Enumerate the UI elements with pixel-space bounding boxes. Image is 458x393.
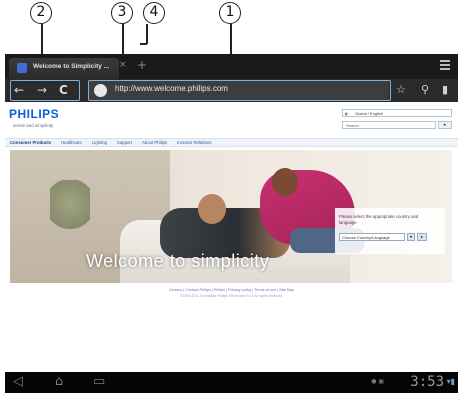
nav-item-consumer-products[interactable]: Consumer Products bbox=[10, 139, 51, 147]
site-nav: Consumer Products Healthcare Lighting Su… bbox=[5, 138, 458, 147]
callout-4: 4 bbox=[143, 2, 165, 24]
tab-close-icon[interactable]: × bbox=[119, 60, 127, 70]
system-home-icon[interactable]: ⌂ bbox=[55, 374, 63, 390]
nav-item-about-philips[interactable]: About Philips bbox=[142, 139, 167, 147]
overflow-menu-icon[interactable] bbox=[440, 60, 450, 70]
country-dropdown-arrow-icon[interactable]: ▾ bbox=[407, 233, 415, 241]
back-arrow-icon[interactable]: ← bbox=[14, 82, 24, 98]
footer-copyright: ©2004-2011 Koninklijke Philips Electroni… bbox=[179, 294, 284, 298]
notification-icon[interactable]: ● ▣ bbox=[371, 375, 384, 389]
callout-2: 2 bbox=[30, 2, 52, 24]
bookmark-star-icon[interactable]: ☆ bbox=[396, 82, 406, 98]
callout-4-leader-h bbox=[140, 43, 147, 45]
hero-plant bbox=[50, 180, 90, 240]
tablet-screen: Welcome to Simplicity ... × + ← → C http… bbox=[5, 54, 458, 393]
browser-toolbar: ← → C http://www.welcome.philips.com ☆ ⚲… bbox=[5, 79, 458, 102]
country-go-button[interactable]: ▸ bbox=[417, 233, 427, 241]
callout-1: 1 bbox=[219, 2, 241, 24]
system-bar: ◁ ⌂ ▭ ● ▣ 3:53 ▾▮ bbox=[5, 372, 458, 393]
nav-item-investor-relations[interactable]: Investor Relations bbox=[177, 139, 211, 147]
site-search-button[interactable]: ▸ bbox=[438, 121, 452, 129]
search-icon[interactable]: ⚲ bbox=[421, 82, 429, 98]
site-favicon-icon bbox=[94, 84, 107, 97]
system-clock[interactable]: 3:53 bbox=[410, 374, 444, 390]
hero-woman-head bbox=[272, 168, 298, 196]
hero-banner: Welcome to simplicity Please select the … bbox=[10, 150, 452, 283]
browser-tab-strip: Welcome to Simplicity ... × + bbox=[5, 54, 458, 79]
url-text[interactable]: http://www.welcome.philips.com bbox=[115, 84, 228, 93]
brand-tagline: sense and simplicity bbox=[13, 123, 54, 128]
language-select[interactable]: ◐ Global / English bbox=[342, 109, 452, 117]
philips-logo[interactable]: PHILIPS bbox=[9, 107, 59, 121]
nav-item-support[interactable]: Support bbox=[117, 139, 132, 147]
system-back-icon[interactable]: ◁ bbox=[13, 374, 23, 390]
bookmarks-icon[interactable]: ▮ bbox=[442, 82, 448, 98]
browser-tab-active[interactable]: Welcome to Simplicity ... bbox=[9, 58, 119, 79]
tab-title: Welcome to Simplicity ... bbox=[33, 63, 110, 70]
language-select-value: Global / English bbox=[355, 111, 384, 116]
new-tab-icon[interactable]: + bbox=[137, 58, 147, 72]
callout-4-leader bbox=[146, 24, 148, 44]
footer-links[interactable]: Careers | Contact Philips | Philips | Pr… bbox=[5, 288, 458, 292]
system-recent-apps-icon[interactable]: ▭ bbox=[93, 374, 105, 390]
nav-item-lighting[interactable]: Lighting bbox=[92, 139, 107, 147]
site-search-placeholder: Search bbox=[346, 123, 359, 128]
site-search-input[interactable]: Search bbox=[342, 121, 436, 129]
country-selector-panel: Please select the appropriate country an… bbox=[335, 208, 445, 254]
nav-item-healthcare[interactable]: Healthcare bbox=[61, 139, 82, 147]
country-select-value: Choose Country/Language bbox=[342, 235, 390, 240]
country-select[interactable]: Choose Country/Language bbox=[339, 233, 405, 241]
web-page: PHILIPS sense and simplicity ◐ Global / … bbox=[5, 102, 458, 372]
country-prompt: Please select the appropriate country an… bbox=[339, 214, 419, 225]
url-bar[interactable]: http://www.welcome.philips.com bbox=[89, 81, 389, 100]
philips-favicon-icon bbox=[17, 63, 27, 73]
hero-title: Welcome to simplicity bbox=[86, 251, 270, 271]
globe-icon: ◐ bbox=[345, 111, 349, 116]
callout-3: 3 bbox=[111, 2, 133, 24]
forward-arrow-icon[interactable]: → bbox=[37, 82, 47, 98]
hero-man-head bbox=[198, 194, 226, 224]
reload-icon[interactable]: C bbox=[59, 82, 68, 98]
signal-icon: ▾▮ bbox=[446, 377, 455, 386]
